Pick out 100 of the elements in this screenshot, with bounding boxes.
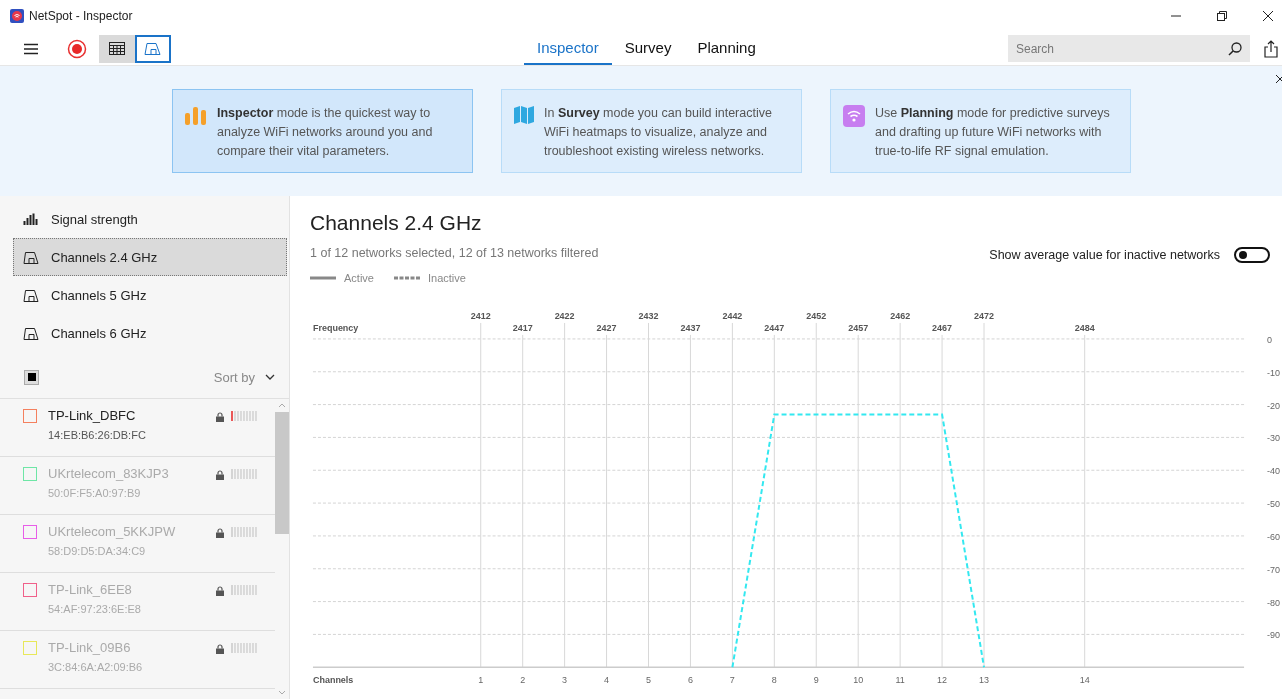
channel-label: 10 (853, 675, 864, 686)
mac-address: 58:D9:D5:DA:34:C9 (48, 545, 147, 557)
record-icon[interactable] (67, 38, 87, 59)
sidebar-item[interactable]: Channels 5 GHz (13, 276, 287, 314)
tick-label: -70 (1267, 564, 1280, 575)
mode-card[interactable]: Inspector mode is the quickest way to analyze WiFi networks around you and compare their vital parameters. (172, 89, 473, 173)
signal-meter-icon (231, 527, 259, 537)
tick-label: 2442 (722, 310, 743, 321)
share-icon[interactable] (1264, 39, 1278, 58)
close-icon[interactable] (1262, 10, 1274, 22)
channel-label: 5 (646, 675, 651, 686)
search-icon[interactable] (1228, 42, 1242, 56)
channels-icon (23, 326, 39, 340)
axis-title: Frequency (312, 322, 359, 333)
restore-icon[interactable] (1216, 10, 1228, 22)
table-view-button[interactable] (99, 34, 135, 63)
signal-meter-icon (231, 469, 259, 479)
sidebar-item[interactable]: Channels 2.4 GHz (13, 238, 287, 276)
tick-label: -80 (1267, 597, 1280, 608)
mode-description: In Survey mode you can build interactive WiFi heatmaps to visualize, analyze and troubleshoot existing wireless networks. (544, 105, 773, 160)
toggle-label: Show average value for inactive networks (989, 248, 1220, 262)
menu-icon[interactable] (23, 42, 39, 55)
lock-icon (216, 470, 224, 480)
mode-tab[interactable]: Planning (684, 32, 769, 65)
network-name: UKrtelecom_83KJP3 (48, 466, 169, 481)
app-logo-icon (10, 9, 24, 23)
mac-address: 14:EB:B6:26:DB:FC (48, 429, 146, 441)
lock-icon (216, 412, 224, 422)
tick-label: 2452 (806, 310, 827, 321)
bar-chart-icon (185, 105, 207, 125)
channels-view-button[interactable] (135, 34, 171, 63)
channel-label: 7 (729, 675, 735, 686)
tick-label: 2412 (470, 310, 491, 321)
wifi-icon (843, 105, 865, 127)
mac-address: 54:AF:97:23:6E:E8 (48, 603, 141, 615)
channel-label: 1 (478, 675, 484, 686)
tick-label: -50 (1267, 498, 1280, 509)
network-row[interactable]: TP-Link_DBFC 14:EB:B6:26:DB:FC (0, 399, 275, 457)
tick-label: 2417 (512, 322, 533, 333)
tick-label: 0 (1267, 334, 1272, 345)
tick-label: 2422 (554, 310, 575, 321)
close-icon[interactable] (1275, 74, 1282, 84)
tick-label: 2484 (1074, 322, 1095, 333)
tick-label: -60 (1267, 531, 1280, 542)
channel-label: 14 (1079, 675, 1090, 686)
tick-label: -10 (1267, 367, 1280, 378)
tick-label: 2462 (890, 310, 911, 321)
channel-label: 8 (771, 675, 777, 686)
channels-icon (23, 288, 39, 302)
legend-label: Active (344, 272, 374, 284)
legend-label: Inactive (427, 272, 466, 284)
tick-label: -90 (1267, 630, 1280, 641)
axis-title: Channels (312, 675, 354, 686)
channel-label: 3 (562, 675, 568, 686)
mode-description: Use Planning mode for predictive surveys and drafting up future WiFi networks with true-to-life RF signal emulation. (875, 105, 1111, 160)
network-name: TP-Link_6EE8 (48, 582, 133, 597)
select-all-checkbox[interactable] (24, 369, 39, 385)
tick-label: 2437 (680, 322, 701, 333)
solid-line-icon (310, 276, 336, 280)
tick-label: 2467 (932, 322, 953, 333)
map-icon (514, 105, 534, 125)
channels-icon (144, 42, 162, 55)
channel-label: 6 (687, 675, 693, 686)
network-name: TP-Link_09B6 (48, 640, 132, 655)
mac-address: 50:0F:F5:A0:97:B9 (48, 487, 142, 499)
network-name: UKrtelecom_5KKJPW (48, 524, 176, 539)
search-field[interactable]: Search (1008, 35, 1250, 62)
mode-description: Inspector mode is the quickest way to analyze WiFi networks around you and compare their vital parameters. (217, 105, 434, 160)
channel-label: 12 (937, 675, 948, 686)
signal-meter-icon (231, 585, 259, 595)
selection-summary: 1 of 12 networks selected, 12 of 13 networks filtered (310, 246, 599, 260)
tick-label: -30 (1267, 433, 1280, 444)
tick-label: 2457 (848, 322, 869, 333)
sidebar-item[interactable]: Channels 6 GHz (13, 314, 287, 352)
tick-label: 2447 (764, 322, 785, 333)
tick-label: 2427 (596, 322, 617, 333)
mode-tab[interactable]: Survey (611, 32, 685, 65)
mac-address: 3C:84:6A:A2:09:B6 (48, 661, 143, 673)
signal-bars-icon (23, 213, 39, 225)
toggle-switch[interactable] (1234, 247, 1270, 263)
sidebar-item[interactable]: Signal strength (13, 200, 287, 238)
window-title: NetSpot - Inspector (29, 9, 133, 23)
lock-icon (216, 586, 224, 596)
tick-label: -40 (1267, 466, 1280, 477)
channel-label: 4 (604, 675, 610, 686)
network-name: TP-Link_DBFC (48, 408, 137, 423)
dashed-line-icon (393, 276, 420, 280)
lock-icon (216, 644, 224, 654)
channels-icon (23, 250, 39, 264)
tick-label: 2432 (638, 310, 659, 321)
mode-card[interactable]: In Survey mode you can build interactive WiFi heatmaps to visualize, analyze and troubleshoot existing wireless networks. (501, 89, 802, 173)
signal-meter-icon (231, 411, 259, 421)
channel-label: 11 (895, 675, 905, 686)
page-title: Channels 2.4 GHz (310, 211, 483, 235)
channel-label: 2 (520, 675, 526, 686)
lock-icon (216, 528, 224, 538)
channel-label: 13 (979, 675, 989, 686)
tick-label: 2472 (974, 310, 994, 321)
mode-card[interactable]: Use Planning mode for predictive surveys and drafting up future WiFi networks with true-to-life RF signal emulation. (830, 89, 1131, 173)
signal-meter-icon (231, 643, 259, 653)
